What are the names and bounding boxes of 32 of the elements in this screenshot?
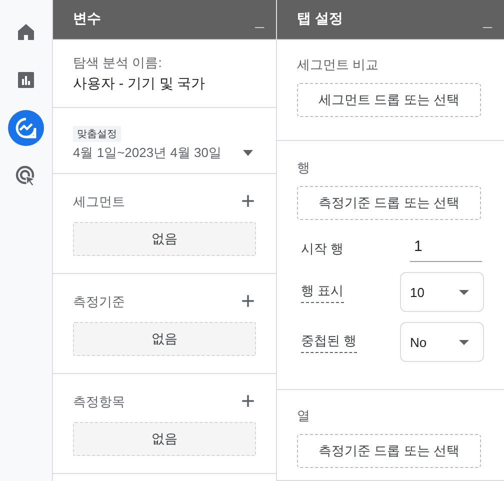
field-label: 행 표시 xyxy=(301,282,344,302)
drop-zone[interactable]: 없음 xyxy=(73,322,256,356)
dropdown-arrow-icon xyxy=(459,290,469,294)
exploration-name: 사용자 - 기기 및 국가 xyxy=(73,75,206,93)
section-title: 세그먼트 xyxy=(73,193,125,211)
field-label: 중첩된 행 xyxy=(301,332,357,352)
section-title: 세그먼트 비교 xyxy=(297,56,380,74)
dropdown-arrow-icon xyxy=(243,150,253,156)
add-button[interactable]: + xyxy=(240,392,256,412)
section-title: 측정항목 xyxy=(73,393,125,411)
exploration-name-label: 탐색 분석 이름: xyxy=(73,54,163,72)
collapse-button[interactable]: _ xyxy=(255,14,264,30)
drop-zone[interactable]: 없음 xyxy=(73,222,256,256)
trend-chart-icon[interactable] xyxy=(8,110,44,146)
field-label: 시작 행 xyxy=(301,240,344,258)
panel-title: 변수 xyxy=(73,11,101,25)
select-dropdown[interactable]: No xyxy=(400,322,484,362)
drop-zone[interactable]: 측정기준 드롭 또는 선택 xyxy=(297,434,481,468)
section-title: 열 xyxy=(297,407,311,425)
section-title: 행 xyxy=(297,159,311,177)
drop-zone[interactable]: 세그먼트 드롭 또는 선택 xyxy=(297,83,481,117)
add-button[interactable]: + xyxy=(240,292,256,312)
drop-zone[interactable]: 없음 xyxy=(73,422,256,456)
date-range-dropdown[interactable]: 4월 1일~2023년 4월 30일 xyxy=(73,144,253,162)
date-tag: 맞춤설정 xyxy=(73,126,121,142)
collapse-button[interactable]: _ xyxy=(483,14,492,30)
select-dropdown[interactable]: 10 xyxy=(400,272,484,312)
section-title: 측정기준 xyxy=(73,293,125,311)
drop-zone[interactable]: 측정기준 드롭 또는 선택 xyxy=(297,186,481,220)
dropdown-arrow-icon xyxy=(459,340,469,344)
add-button[interactable]: + xyxy=(240,192,256,212)
panel-title: 탭 설정 xyxy=(297,11,343,25)
